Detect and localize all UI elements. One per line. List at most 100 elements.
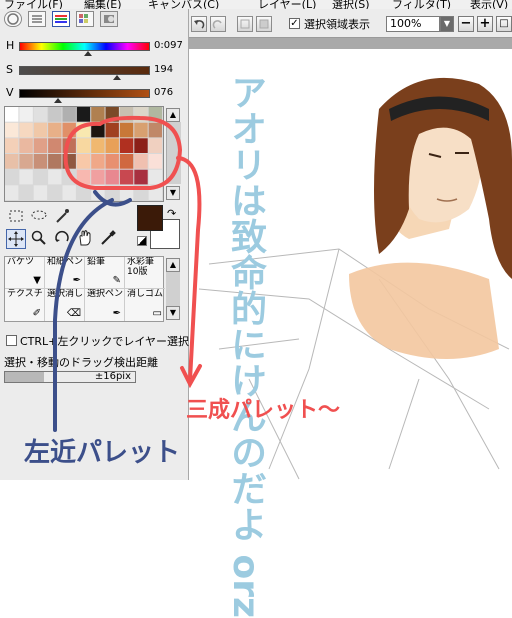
palette-swatch[interactable] — [33, 138, 48, 153]
move-tool[interactable] — [6, 229, 26, 249]
palette-swatch[interactable] — [76, 154, 91, 169]
hue-marker[interactable] — [84, 51, 92, 56]
palette-scroll-up-button[interactable]: ▲ — [166, 108, 180, 122]
eyedropper-tool[interactable] — [98, 229, 118, 249]
magic-wand-tool[interactable] — [52, 207, 72, 227]
palette-scroll-down-button[interactable]: ▼ — [166, 186, 180, 200]
color-wheel-mode-button[interactable] — [4, 11, 22, 27]
zoom-select[interactable]: 100% — [386, 16, 440, 32]
palette-swatch[interactable] — [119, 154, 134, 169]
zoom-dropdown-arrow[interactable]: ▼ — [440, 16, 454, 32]
palette-swatch[interactable] — [91, 185, 105, 200]
invert-selection-button[interactable] — [256, 16, 272, 32]
rgb-slider-mode-button[interactable] — [28, 11, 46, 27]
brush-bucket[interactable]: バケツ ▼ — [5, 257, 45, 289]
palette-swatch[interactable] — [19, 154, 33, 169]
palette-swatch[interactable] — [148, 185, 162, 200]
palette-swatch[interactable] — [105, 138, 119, 153]
value-slider[interactable] — [19, 89, 150, 98]
palette-swatch[interactable] — [48, 122, 62, 138]
hand-tool[interactable] — [75, 229, 95, 249]
palette-swatch[interactable] — [5, 138, 19, 153]
palette-swatch[interactable] — [148, 138, 162, 153]
brush-texture[interactable]: テクスチャ ✐ — [5, 289, 45, 321]
undo-button[interactable] — [191, 16, 207, 32]
palette-swatches[interactable] — [5, 107, 163, 201]
palette-swatch[interactable] — [33, 122, 48, 138]
palette-swatch[interactable] — [148, 107, 162, 122]
palette-swatch[interactable] — [134, 154, 148, 169]
rotate-tool[interactable] — [52, 229, 72, 249]
value-marker[interactable] — [54, 98, 62, 103]
brush-scrollbar[interactable] — [166, 272, 180, 306]
palette-swatch[interactable] — [134, 107, 148, 122]
palette-swatch[interactable] — [76, 138, 91, 153]
palette-scrollbar[interactable] — [166, 122, 181, 184]
palette-swatch[interactable] — [76, 107, 91, 122]
palette-swatch[interactable] — [33, 169, 48, 185]
primary-color-swatch[interactable] — [137, 205, 163, 231]
palette-swatch[interactable] — [48, 138, 62, 153]
palette-swatch[interactable] — [91, 169, 105, 185]
palette-swatch[interactable] — [91, 122, 105, 138]
zoom-out-button[interactable]: − — [458, 16, 474, 32]
brush-select-erase[interactable]: 選択消し ⌫ — [45, 289, 85, 321]
hsv-slider-mode-button[interactable] — [52, 11, 70, 27]
palette-swatch[interactable] — [19, 107, 33, 122]
palette-swatch[interactable] — [76, 185, 91, 200]
zoom-tool[interactable] — [29, 229, 49, 249]
palette-swatch[interactable] — [119, 138, 134, 153]
zoom-reset-button[interactable]: □ — [496, 16, 512, 32]
brush-washi-pen[interactable]: 和紙ペン ✒ — [45, 257, 85, 289]
saturation-marker[interactable] — [113, 75, 121, 80]
scratch-pad-mode-button[interactable] — [100, 11, 118, 27]
palette-swatch[interactable] — [19, 138, 33, 153]
lasso-tool[interactable] — [29, 207, 49, 227]
palette-swatch[interactable] — [19, 169, 33, 185]
palette-swatch[interactable] — [148, 122, 162, 138]
swatch-mode-button[interactable] — [76, 11, 94, 27]
palette-swatch[interactable] — [62, 185, 76, 200]
selection-display-checkbox[interactable]: ✓ — [289, 18, 300, 29]
brush-eraser[interactable]: 消しゴム ▭ — [125, 289, 165, 321]
palette-swatch[interactable] — [48, 154, 62, 169]
palette-swatch[interactable] — [33, 185, 48, 200]
palette-swatch[interactable] — [5, 154, 19, 169]
palette-swatch[interactable] — [105, 107, 119, 122]
palette-swatch[interactable] — [76, 122, 91, 138]
brush-scroll-down-button[interactable]: ▼ — [166, 306, 180, 320]
palette-swatch[interactable] — [19, 122, 33, 138]
palette-swatch[interactable] — [91, 154, 105, 169]
palette-swatch[interactable] — [134, 169, 148, 185]
palette-swatch[interactable] — [33, 154, 48, 169]
palette-swatch[interactable] — [105, 169, 119, 185]
palette-swatch[interactable] — [48, 107, 62, 122]
reset-colors-icon[interactable] — [137, 236, 147, 246]
palette-swatch[interactable] — [105, 122, 119, 138]
palette-swatch[interactable] — [119, 107, 134, 122]
deselect-button[interactable] — [237, 16, 253, 32]
palette-swatch[interactable] — [19, 185, 33, 200]
zoom-in-button[interactable]: + — [477, 16, 493, 32]
palette-swatch[interactable] — [5, 169, 19, 185]
palette-swatch[interactable] — [48, 169, 62, 185]
swap-colors-icon[interactable]: ↷ — [167, 207, 176, 220]
palette-swatch[interactable] — [5, 122, 19, 138]
saturation-slider[interactable] — [19, 66, 150, 75]
hue-slider[interactable] — [19, 42, 150, 51]
brush-scroll-up-button[interactable]: ▲ — [166, 258, 180, 272]
ctrl-click-layer-checkbox[interactable] — [6, 335, 17, 346]
palette-swatch[interactable] — [5, 107, 19, 122]
palette-swatch[interactable] — [105, 185, 119, 200]
brush-watercolor[interactable]: 水彩筆 10版 — [125, 257, 165, 289]
palette-swatch[interactable] — [33, 107, 48, 122]
palette-swatch[interactable] — [134, 185, 148, 200]
palette-swatch[interactable] — [119, 185, 134, 200]
palette-swatch[interactable] — [105, 154, 119, 169]
palette-swatch[interactable] — [134, 122, 148, 138]
palette-swatch[interactable] — [91, 107, 105, 122]
palette-swatch[interactable] — [62, 122, 76, 138]
palette-swatch[interactable] — [119, 169, 134, 185]
palette-swatch[interactable] — [134, 138, 148, 153]
palette-swatch[interactable] — [148, 154, 162, 169]
